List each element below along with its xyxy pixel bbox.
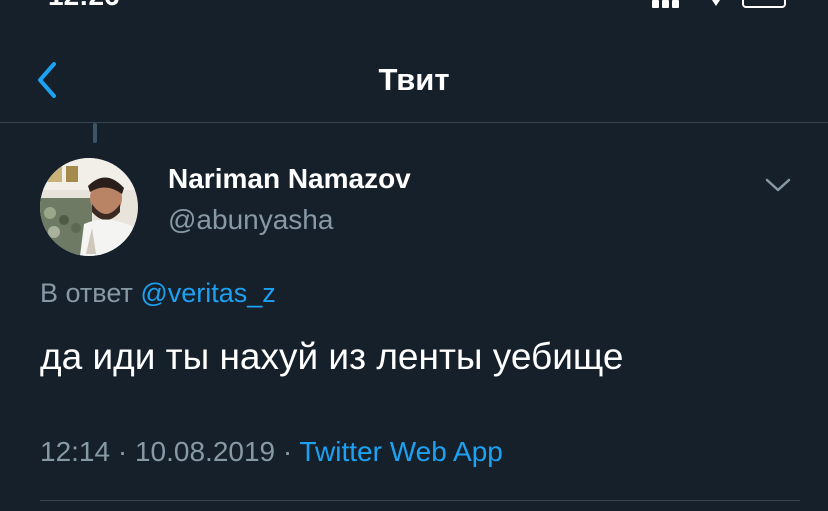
reply-prefix: В ответ	[40, 278, 133, 308]
status-bar: 12:26	[0, 0, 828, 12]
chevron-down-icon[interactable]	[760, 170, 796, 200]
cellular-signal-icon	[652, 0, 692, 8]
reply-context: В ответ @veritas_z	[40, 278, 276, 309]
tweet-time: 12:14	[40, 436, 111, 467]
tweet-metadata: 12:14 · 10.08.2019 · Twitter Web App	[40, 436, 503, 468]
navigation-bar: Твит	[0, 40, 828, 122]
separator: ·	[117, 436, 128, 467]
author-handle[interactable]: @abunyasha	[168, 204, 333, 236]
divider	[0, 122, 828, 123]
battery-icon	[742, 0, 786, 8]
avatar[interactable]	[40, 158, 138, 256]
thread-connector	[93, 123, 97, 143]
tweet-source-link[interactable]: Twitter Web App	[300, 436, 503, 467]
reply-mention-link[interactable]: @veritas_z	[140, 278, 275, 308]
author-name[interactable]: Nariman Namazov	[168, 163, 411, 195]
page-title: Твит	[378, 62, 450, 97]
status-time: 12:26	[48, 0, 120, 12]
wifi-icon	[712, 0, 720, 6]
separator: ·	[282, 436, 293, 467]
tweet-text: да иди ты нахуй из ленты уебище	[40, 336, 624, 377]
divider	[40, 500, 800, 501]
tweet-date: 10.08.2019	[134, 436, 276, 467]
